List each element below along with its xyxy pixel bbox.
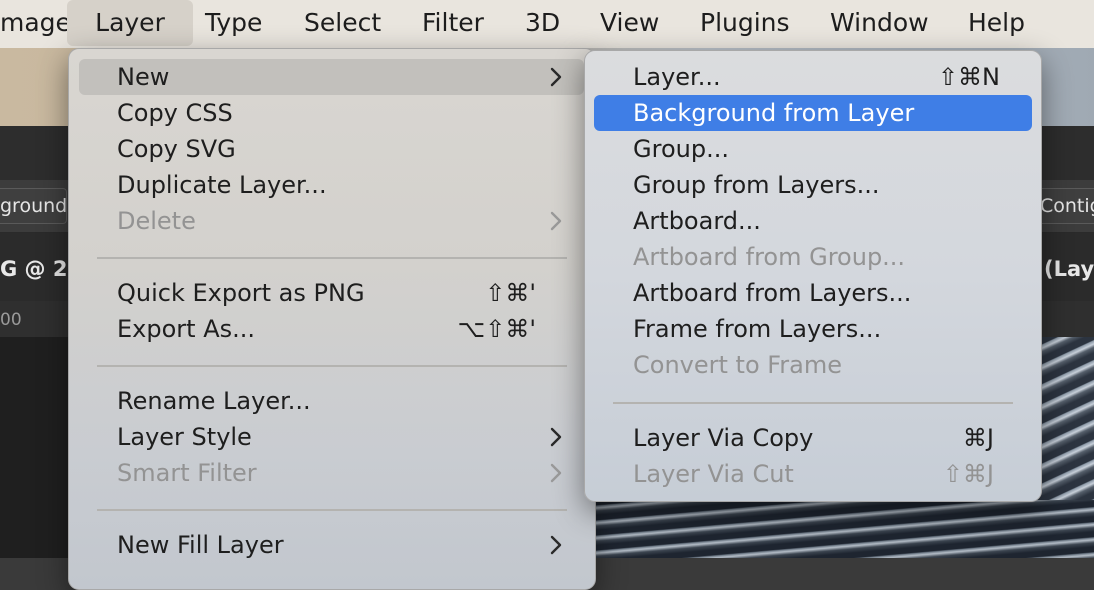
- menu-item-label: Layer Via Cut: [633, 460, 794, 488]
- submenu-item-artboard-from-group[interactable]: Artboard from Group...: [594, 239, 1032, 275]
- menu-item-copy-svg[interactable]: Copy SVG: [79, 131, 584, 167]
- menu-item-label: Delete: [117, 207, 196, 235]
- menu-item-label: Background from Layer: [633, 99, 915, 127]
- submenu-item-layer-via-cut[interactable]: Layer Via Cut ⇧⌘J: [594, 456, 1032, 492]
- menu-window[interactable]: Window: [830, 0, 929, 46]
- chevron-right-icon: [549, 455, 563, 501]
- menu-image[interactable]: mage: [0, 0, 71, 46]
- submenu-item-group-from-layers[interactable]: Group from Layers...: [594, 167, 1032, 203]
- menu-item-label: Layer Style: [117, 423, 252, 451]
- menu-item-label: New: [117, 63, 170, 91]
- menu-item-quick-export-png[interactable]: Quick Export as PNG ⇧⌘': [79, 275, 584, 311]
- menu-item-layer-style[interactable]: Layer Style: [79, 419, 584, 455]
- menu-item-shortcut: ⌘J: [962, 424, 994, 452]
- menu-item-new[interactable]: New: [79, 59, 584, 95]
- menu-help[interactable]: Help: [968, 0, 1025, 46]
- document-tab-right[interactable]: (Laye: [1044, 257, 1094, 281]
- menu-item-shortcut: ⇧⌘': [485, 279, 536, 307]
- menu-type[interactable]: Type: [205, 0, 262, 46]
- menu-item-label: Smart Filter: [117, 459, 257, 487]
- menu-item-delete[interactable]: Delete: [79, 203, 584, 239]
- submenu-item-group[interactable]: Group...: [594, 131, 1032, 167]
- menu-separator: [613, 402, 1013, 404]
- menu-item-copy-css[interactable]: Copy CSS: [79, 95, 584, 131]
- menu-view[interactable]: View: [600, 0, 659, 46]
- submenu-item-frame-from-layers[interactable]: Frame from Layers...: [594, 311, 1032, 347]
- submenu-item-background-from-layer[interactable]: Background from Layer: [594, 95, 1032, 131]
- chevron-right-icon: [549, 527, 563, 573]
- menu-item-shortcut: ⌥⇧⌘': [457, 315, 536, 343]
- menu-item-shortcut: ⇧⌘N: [937, 63, 1000, 91]
- submenu-item-convert-to-frame[interactable]: Convert to Frame: [594, 347, 1032, 383]
- menu-item-label: Group...: [633, 135, 729, 163]
- submenu-item-layer[interactable]: Layer... ⇧⌘N: [594, 59, 1032, 95]
- menu-plugins[interactable]: Plugins: [700, 0, 790, 46]
- menu-item-label: Group from Layers...: [633, 171, 880, 199]
- ruler-label: 00: [0, 310, 22, 330]
- menu-separator: [97, 257, 567, 259]
- menu-3d[interactable]: 3D: [525, 0, 560, 46]
- menu-layer[interactable]: Layer: [67, 0, 193, 46]
- menu-item-label: Artboard from Layers...: [633, 279, 912, 307]
- menu-item-label: Artboard...: [633, 207, 761, 235]
- submenu-item-artboard[interactable]: Artboard...: [594, 203, 1032, 239]
- menu-item-label: Duplicate Layer...: [117, 171, 327, 199]
- new-submenu: Layer... ⇧⌘N Background from Layer Group…: [584, 50, 1042, 502]
- menu-item-label: Copy SVG: [117, 135, 236, 163]
- submenu-item-artboard-from-layers[interactable]: Artboard from Layers...: [594, 275, 1032, 311]
- menu-item-label: Export As...: [117, 315, 255, 343]
- chevron-right-icon: [549, 203, 563, 249]
- menu-item-rename-layer[interactable]: Rename Layer...: [79, 383, 584, 419]
- menu-item-label: Quick Export as PNG: [117, 279, 365, 307]
- menu-item-label: Artboard from Group...: [633, 243, 906, 271]
- menu-item-label: Layer Via Copy: [633, 424, 814, 452]
- menu-item-shortcut: ⇧⌘J: [942, 460, 994, 488]
- menu-select[interactable]: Select: [304, 0, 381, 46]
- canvas-image-bottom: [596, 500, 1094, 558]
- background-dropdown-label: ground: [0, 195, 68, 217]
- menu-item-label: Layer...: [633, 63, 721, 91]
- menu-item-export-as[interactable]: Export As... ⌥⇧⌘': [79, 311, 584, 347]
- layer-menu: New Copy CSS Copy SVG Duplicate Layer...…: [68, 48, 596, 590]
- menu-item-label: Copy CSS: [117, 99, 233, 127]
- menu-item-label: Rename Layer...: [117, 387, 311, 415]
- menu-separator: [97, 365, 567, 367]
- menu-item-label: Convert to Frame: [633, 351, 843, 379]
- menu-item-duplicate-layer[interactable]: Duplicate Layer...: [79, 167, 584, 203]
- menu-separator: [97, 509, 567, 511]
- menu-item-label: Frame from Layers...: [633, 315, 882, 343]
- menu-item-smart-filter[interactable]: Smart Filter: [79, 455, 584, 491]
- menu-filter[interactable]: Filter: [422, 0, 484, 46]
- submenu-item-layer-via-copy[interactable]: Layer Via Copy ⌘J: [594, 420, 1032, 456]
- contiguous-toggle-label: Contig: [1040, 195, 1094, 217]
- menu-bar: mage Layer Type Select Filter 3D View Pl…: [0, 0, 1094, 48]
